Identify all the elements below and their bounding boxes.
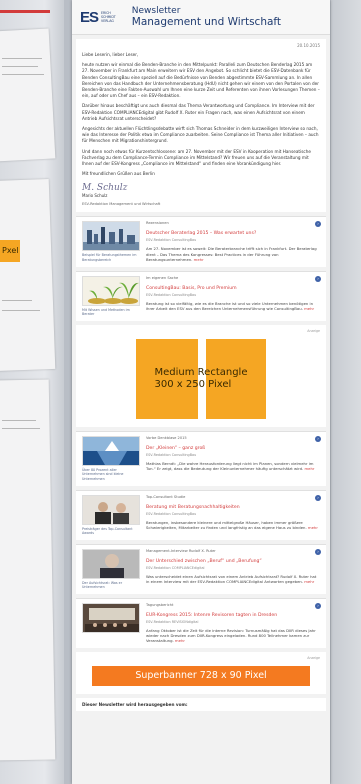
closing: Mit freundlichen Grüßen aus Berlin [82, 171, 155, 177]
brand-line-1: Newsletter [131, 6, 181, 16]
editorial-paragraph: Darüber hinaus beschäftigt uns auch dies… [82, 103, 315, 121]
article-rubric: Management-Interview Rudolf X. Ruter [146, 548, 216, 553]
signature-org: ESV-Redaktion Management und Wirtschaft [82, 202, 161, 207]
share-icon[interactable]: › [315, 548, 321, 555]
issue-date: 20.10.2015 [297, 43, 320, 48]
article-title[interactable]: EUR-Kongress 2015: Intenre Revisoren tag… [146, 613, 320, 618]
article-caption: Mit Wissen und Methoden im Berater [82, 307, 130, 317]
article-title[interactable]: Beratung mit Beratungsnachhaltigkeiten [146, 505, 320, 510]
newsletter-header: ES ERICH SCHMIDT VERLAG Newsletter Manag… [72, 0, 330, 35]
more-link[interactable]: mehr [308, 525, 318, 530]
background-left-papers: Pxel [0, 0, 64, 784]
ad-placeholder[interactable]: Superbanner 728 x 90 Pixel [92, 665, 310, 686]
conference-image [83, 603, 139, 632]
article-byline: ESV-Redaktion ConsultingBau [146, 511, 197, 516]
article-title[interactable]: Der Unterschied zwischen „Beruf“ und „Be… [146, 559, 320, 564]
article-byline: ESV-Redaktion ConsultingBau [146, 452, 197, 457]
ad-line-1: Medium Rectangle [154, 366, 248, 378]
article-caption: Der Aufsichtsrat: Was er Unternehmen [82, 580, 123, 590]
ad-medium-rectangle[interactable]: Anzeige Medium Rectangle 300 x 250 Pixel [76, 324, 326, 427]
article-title[interactable]: Der „Kleinen“ – ganz groß [146, 446, 320, 451]
article-item[interactable]: Tagungsbericht EUR-Kongress 2015: Intenr… [76, 597, 326, 648]
more-link[interactable]: mehr [304, 306, 314, 311]
share-icon[interactable]: › [315, 435, 321, 442]
article-rubric: Top-Consultant Studie [146, 494, 186, 499]
more-link[interactable]: mehr [304, 579, 314, 584]
background-right [331, 0, 361, 784]
article-teaser: Was unterscheidet einen Aufsichtsrat von… [146, 573, 317, 584]
signature: M. Schulz [82, 183, 128, 194]
article-title[interactable]: ConsultingBau: Basis, Pro und Premium [146, 286, 320, 291]
article-teaser: Beratung ist so vielfältig, wie es die B… [146, 300, 313, 311]
article-byline: ESV-Redaktion REVISIONdigital [146, 619, 199, 624]
article-item[interactable]: Über 80 Prozent aller Unternehmen sind k… [76, 430, 326, 486]
more-link[interactable]: mehr [304, 466, 314, 471]
article-teaser: Am 27. November ist es soweit: Die Berat… [146, 246, 317, 262]
ad-superbanner[interactable]: Anzeige Superbanner 728 x 90 Pixel [76, 651, 326, 694]
share-icon[interactable]: › [315, 494, 321, 501]
article-teaser: Beratungen, insbesondere kleinere und mi… [146, 519, 307, 530]
article-caption: Preisträger des Top-Consultant Awards [82, 526, 133, 536]
portrait-image [83, 549, 139, 578]
plants-image [83, 276, 139, 305]
iceberg-image [83, 436, 139, 465]
publisher-heading: Dieser Newsletter wird herausgegeben vom… [82, 701, 188, 707]
article-rubric: Vorbe Denkblase 2015 [146, 435, 187, 440]
article-item[interactable]: Der Aufsichtsrat: Was er Unternehmen Man… [76, 543, 326, 594]
editorial-paragraph: Und dann noch etwas für Kurzentschlossen… [82, 148, 311, 167]
more-link[interactable]: mehr [175, 638, 185, 643]
article-caption: Beispiel für Beratungsthemen im Beratung… [82, 253, 137, 263]
editorial-paragraph: heute nutzen wir einmal die Benden-Branc… [82, 62, 320, 99]
article-thumbnail[interactable] [82, 435, 140, 466]
people-image [83, 495, 139, 524]
ad-label: Anzeige [307, 655, 320, 660]
background-ad-fragment: Pxel [0, 240, 20, 262]
background-red-bar [0, 10, 50, 13]
publisher-section: Dieser Newsletter wird herausgegeben vom… [76, 697, 326, 711]
article-thumbnail[interactable] [82, 494, 140, 525]
more-link[interactable]: mehr [194, 257, 204, 262]
article-thumbnail[interactable] [82, 548, 140, 579]
ad-placeholder[interactable]: Medium Rectangle 300 x 250 Pixel [136, 338, 266, 419]
article-rubric: Rezensionen [146, 221, 169, 226]
greeting: Liebe Leserin, lieber Leser, [82, 52, 139, 57]
article-item[interactable]: Beispiel für Beratungsthemen im Beratung… [76, 216, 326, 267]
logo-subtext: ERICH SCHMIDT VERLAG [101, 11, 116, 23]
article-item[interactable]: Mit Wissen und Methoden im Berater Im ei… [76, 270, 326, 321]
article-item[interactable]: Preisträger des Top-Consultant Awards To… [76, 489, 326, 540]
logo-mark: ES [80, 8, 99, 26]
signature-name: Mario Schulz [82, 193, 108, 199]
editorial-letter: 20.10.2015 Liebe Leserin, lieber Leser, … [76, 39, 326, 213]
article-teaser: Anfang Oktober ist die Zeit für die inte… [146, 627, 316, 644]
ad-line-2: 300 x 250 Pixel [154, 378, 232, 390]
article-teaser: Mathias Berndt: „Die wahre Herausforderu… [146, 460, 314, 472]
article-thumbnail[interactable] [82, 602, 140, 633]
article-byline: ESV-Redaktion ConsultingBau [146, 238, 197, 243]
brand-line-2: Management und Wirtschaft [131, 16, 282, 28]
background-paper [0, 379, 56, 761]
newsletter-brand: Newsletter Management und Wirtschaft [132, 6, 281, 28]
ad-label: Anzeige [307, 328, 320, 333]
article-byline: ESV-Redaktion COMPLIANCEdigital [146, 565, 205, 570]
article-title[interactable]: Deutscher Beraterlag 2015 – Was erwartet… [146, 231, 320, 236]
article-rubric: Tagungsbericht [146, 602, 174, 607]
share-icon[interactable]: › [315, 602, 321, 609]
newsletter-page: ES ERICH SCHMIDT VERLAG Newsletter Manag… [72, 0, 330, 784]
skyline-image [83, 222, 139, 251]
esv-logo[interactable]: ES ERICH SCHMIDT VERLAG [80, 9, 116, 26]
share-icon[interactable]: › [315, 275, 321, 282]
editorial-paragraph: Angesichts der aktuellen Flüchtlingsdeba… [82, 126, 319, 144]
article-byline: ESV-Redaktion ConsultingBau [146, 292, 197, 297]
article-rubric: Im eigenen Sache [146, 275, 179, 280]
share-icon[interactable]: › [315, 221, 321, 228]
background-paper [0, 179, 56, 371]
article-thumbnail[interactable] [82, 221, 140, 252]
background-paper [0, 28, 56, 162]
article-caption: Über 80 Prozent aller Unternehmen sind k… [82, 467, 124, 482]
article-thumbnail[interactable] [82, 275, 140, 306]
